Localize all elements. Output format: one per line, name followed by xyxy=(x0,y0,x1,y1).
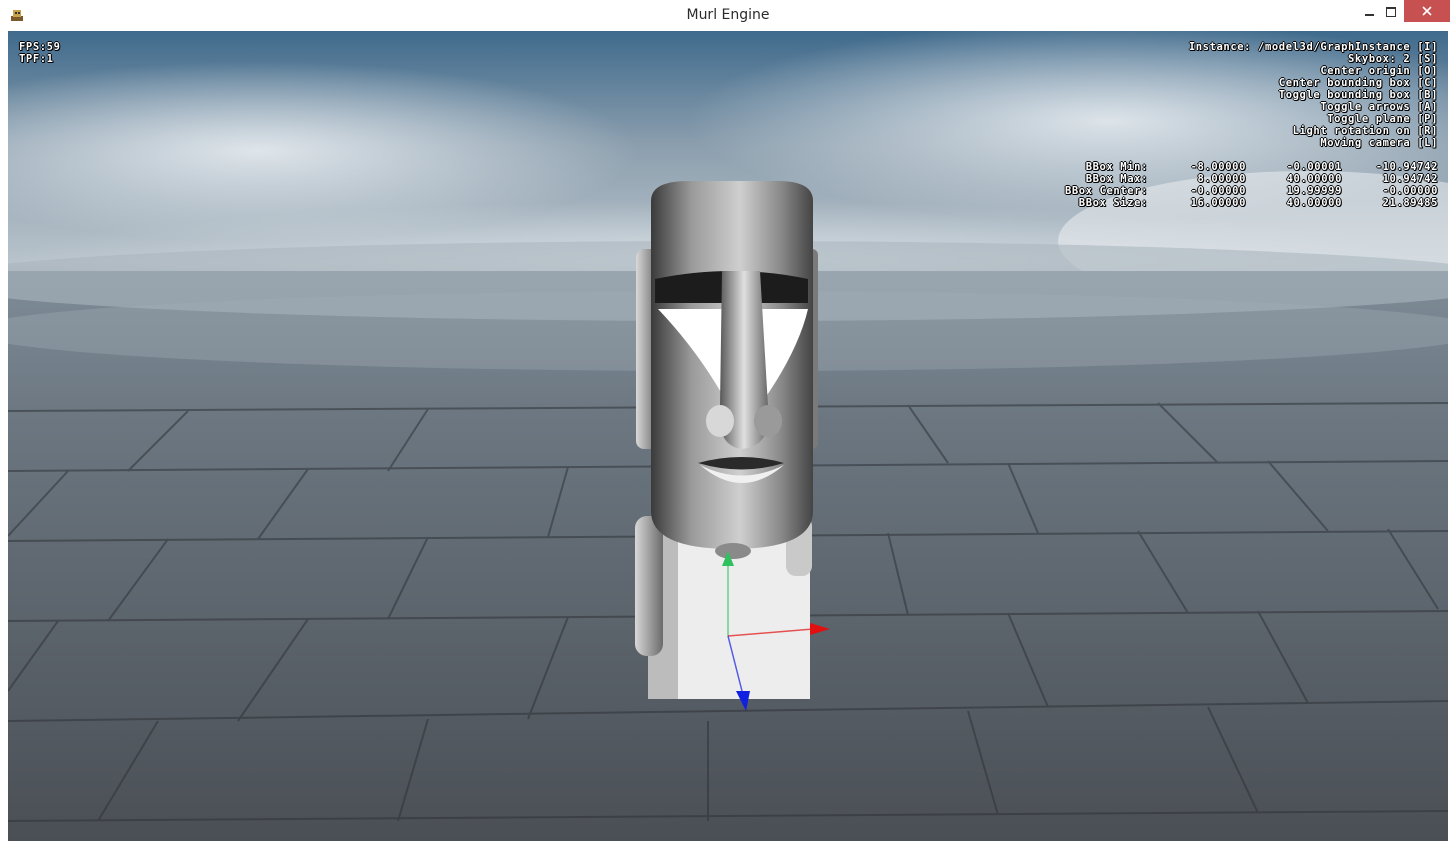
title-bar: Murl Engine xyxy=(0,0,1456,32)
bbox-x: 8.00000 xyxy=(1197,173,1246,185)
bbox-row: BBox Max: 8.00000 40.00000 10.94742 xyxy=(1065,173,1438,185)
center-origin-label: Center origin [O] xyxy=(1320,65,1438,77)
skybox-label: Skybox: 2 [S] xyxy=(1348,53,1438,65)
hud-info: Instance: /model3d/GraphInstance [I] Skyb… xyxy=(1189,41,1438,149)
bbox-label: BBox Size: xyxy=(1078,197,1148,209)
window-border-right xyxy=(1448,31,1456,849)
toggle-arrows-label: Toggle arrows [A] xyxy=(1320,101,1438,113)
bbox-y: 19.99999 xyxy=(1286,185,1342,197)
hud-stats: FPS:59 TPF:1 xyxy=(19,41,61,65)
bbox-row: BBox Center: -0.00000 19.99999 -0.00000 xyxy=(1065,185,1438,197)
bbox-row: BBox Size: 16.00000 40.00000 21.89485 xyxy=(1065,197,1438,209)
bbox-label: BBox Min: xyxy=(1085,161,1148,173)
moai-model[interactable] xyxy=(635,181,818,699)
bbox-z: -0.00000 xyxy=(1382,185,1438,197)
moving-camera-label: Moving camera [L] xyxy=(1320,137,1438,149)
bbox-label: BBox Max: xyxy=(1085,173,1148,185)
toggle-bbox-label: Toggle bounding box [B] xyxy=(1278,89,1438,101)
fps-readout: FPS:59 xyxy=(19,41,61,53)
maximize-button[interactable] xyxy=(1374,0,1408,24)
bbox-z: -10.94742 xyxy=(1375,161,1438,173)
light-rotation-label: Light rotation on [R] xyxy=(1292,125,1438,137)
bbox-y: -0.00001 xyxy=(1286,161,1342,173)
bbox-label: BBox Center: xyxy=(1064,185,1148,197)
center-bbox-label: Center bounding box [C] xyxy=(1278,77,1438,89)
bbox-x: -0.00000 xyxy=(1190,185,1246,197)
toggle-plane-label: Toggle plane [P] xyxy=(1327,113,1438,125)
instance-label: Instance: /model3d/GraphInstance [I] xyxy=(1188,41,1438,53)
window-title: Murl Engine xyxy=(686,7,770,23)
close-button[interactable] xyxy=(1404,0,1450,22)
maximize-icon xyxy=(1386,7,1396,17)
3d-viewport[interactable]: FPS:59 TPF:1 Instance: /model3d/GraphInst… xyxy=(8,31,1448,841)
minimize-icon xyxy=(1364,14,1374,16)
bbox-z: 10.94742 xyxy=(1382,173,1438,185)
bbox-y: 40.00000 xyxy=(1286,173,1342,185)
bbox-y: 40.00000 xyxy=(1286,197,1342,209)
window-border-left xyxy=(0,31,8,849)
tpf-readout: TPF:1 xyxy=(19,53,54,65)
bbox-x: -8.00000 xyxy=(1190,161,1246,173)
bbox-z: 21.89485 xyxy=(1382,197,1438,209)
scene-render xyxy=(8,31,1448,841)
bbox-table: BBox Min: -8.00000 -0.00001 -10.94742 BB… xyxy=(1065,161,1438,209)
bbox-x: 16.00000 xyxy=(1190,197,1246,209)
close-icon xyxy=(1422,6,1432,16)
window-border-bottom xyxy=(0,841,1456,849)
bbox-row: BBox Min: -8.00000 -0.00001 -10.94742 xyxy=(1065,161,1438,173)
